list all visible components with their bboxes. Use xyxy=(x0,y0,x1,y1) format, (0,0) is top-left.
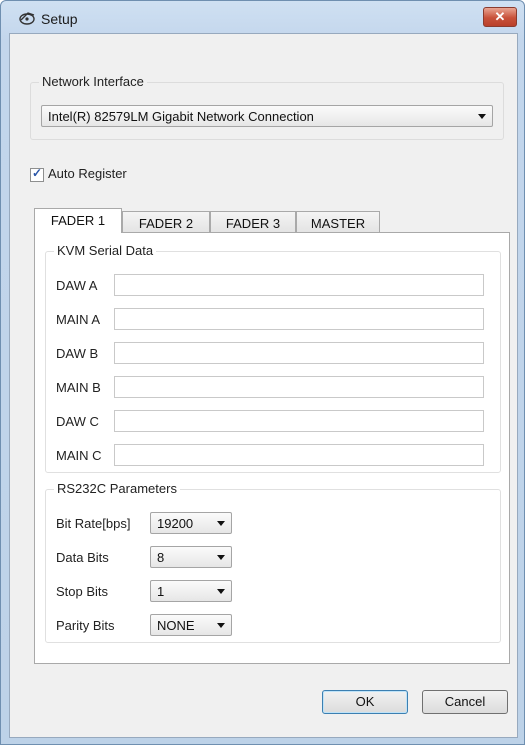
auto-register-checkbox[interactable]: ✓ xyxy=(30,166,44,182)
rs232c-parameters-group: RS232C Parameters Bit Rate[bps] 19200 Da… xyxy=(45,481,501,643)
ok-button[interactable]: OK xyxy=(322,690,408,714)
parity-bits-select[interactable]: NONE xyxy=(150,614,232,636)
chevron-down-icon xyxy=(217,623,225,628)
main-c-label: MAIN C xyxy=(56,448,102,463)
data-bits-select[interactable]: 8 xyxy=(150,546,232,568)
tab-label: FADER 2 xyxy=(138,216,194,231)
dialog-body: Network Interface Intel(R) 82579LM Gigab… xyxy=(9,33,518,738)
tab-label: MASTER xyxy=(310,216,366,231)
stop-bits-select[interactable]: 1 xyxy=(150,580,232,602)
daw-c-label: DAW C xyxy=(56,414,99,429)
tab-panel-fader-1: KVM Serial Data DAW A MAIN A DAW B MAIN … xyxy=(34,232,510,664)
chevron-down-icon xyxy=(217,521,225,526)
cancel-button-label: Cancel xyxy=(444,694,486,709)
close-button[interactable]: ✕ xyxy=(483,7,517,27)
daw-b-label: DAW B xyxy=(56,346,99,361)
daw-a-field[interactable] xyxy=(114,274,484,296)
app-icon xyxy=(19,11,37,25)
bit-rate-value: 19200 xyxy=(157,516,194,531)
stop-bits-value: 1 xyxy=(157,584,165,599)
setup-window: Setup ✕ Network Interface Intel(R) 82579… xyxy=(0,0,525,745)
network-interface-label: Network Interface xyxy=(39,74,147,89)
network-interface-select[interactable]: Intel(R) 82579LM Gigabit Network Connect… xyxy=(41,105,493,127)
tab-fader-2[interactable]: FADER 2 xyxy=(122,211,210,233)
window-title: Setup xyxy=(41,11,78,27)
checkmark-icon: ✓ xyxy=(32,166,43,180)
auto-register-label: Auto Register xyxy=(48,166,127,181)
chevron-down-icon xyxy=(478,114,486,119)
network-interface-value: Intel(R) 82579LM Gigabit Network Connect… xyxy=(48,109,314,124)
network-interface-group: Network Interface Intel(R) 82579LM Gigab… xyxy=(30,74,504,140)
main-b-label: MAIN B xyxy=(56,380,101,395)
parity-bits-value: NONE xyxy=(157,618,195,633)
main-a-label: MAIN A xyxy=(56,312,101,327)
main-b-field[interactable] xyxy=(114,376,484,398)
daw-a-label: DAW A xyxy=(56,278,98,293)
tab-master[interactable]: MASTER xyxy=(296,211,380,233)
ok-button-label: OK xyxy=(355,694,375,709)
main-a-field[interactable] xyxy=(114,308,484,330)
daw-c-field[interactable] xyxy=(114,410,484,432)
tab-fader-1[interactable]: FADER 1 xyxy=(34,208,122,233)
tab-fader-3[interactable]: FADER 3 xyxy=(210,211,296,233)
tab-label: FADER 1 xyxy=(50,213,106,228)
data-bits-label: Data Bits xyxy=(56,550,109,565)
chevron-down-icon xyxy=(217,555,225,560)
stop-bits-label: Stop Bits xyxy=(56,584,109,599)
main-c-field[interactable] xyxy=(114,444,484,466)
tab-label: FADER 3 xyxy=(225,216,281,231)
kvm-serial-data-label: KVM Serial Data xyxy=(54,243,157,258)
daw-b-field[interactable] xyxy=(114,342,484,364)
kvm-serial-data-group: KVM Serial Data DAW A MAIN A DAW B MAIN … xyxy=(45,243,501,473)
parity-bits-label: Parity Bits xyxy=(56,618,115,633)
data-bits-value: 8 xyxy=(157,550,165,565)
bit-rate-select[interactable]: 19200 xyxy=(150,512,232,534)
bit-rate-label: Bit Rate[bps] xyxy=(56,516,131,531)
rs232c-parameters-label: RS232C Parameters xyxy=(54,481,180,496)
cancel-button[interactable]: Cancel xyxy=(422,690,508,714)
close-icon: ✕ xyxy=(494,9,506,24)
title-bar[interactable]: Setup ✕ xyxy=(1,1,524,35)
chevron-down-icon xyxy=(217,589,225,594)
